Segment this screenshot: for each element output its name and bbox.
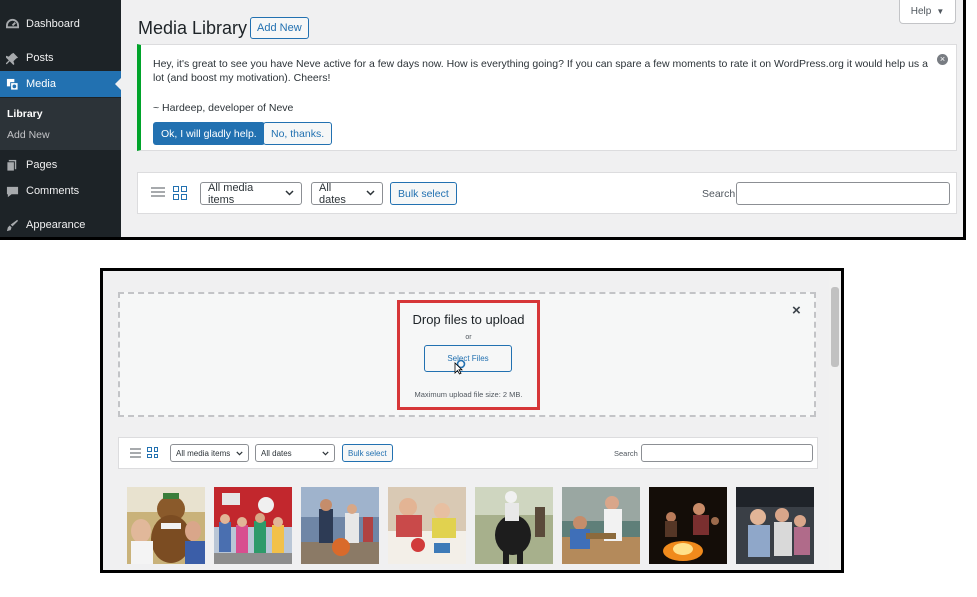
no-thanks-button[interactable]: No, thanks. — [263, 122, 333, 145]
sidebar-item-comments[interactable]: Comments — [0, 178, 121, 204]
main-content: Media Library Add New Help ▼ Hey, it's g… — [121, 0, 963, 237]
sidebar-item-label: Pages — [26, 159, 58, 171]
select-files-button[interactable]: Select Files — [424, 345, 512, 372]
search-input[interactable] — [641, 444, 813, 462]
media-thumbnail[interactable] — [736, 487, 814, 564]
close-icon[interactable]: × — [792, 302, 801, 319]
date-filter[interactable]: All dates — [255, 444, 335, 462]
sidebar-item-label: Media — [26, 78, 56, 90]
chevron-down-icon — [285, 189, 294, 198]
sidebar-item-label: Comments — [26, 185, 80, 197]
media-thumbnail[interactable] — [388, 487, 466, 564]
sidebar-item-label: Dashboard — [26, 18, 80, 30]
media-thumbnail[interactable] — [214, 487, 292, 564]
search-label: Search — [702, 188, 736, 200]
media-thumbnail[interactable] — [127, 487, 205, 564]
chevron-down-icon — [236, 449, 243, 458]
firetruck-kids-photo — [214, 487, 292, 564]
help-label: Help — [910, 6, 932, 17]
media-library-screenshot: Dashboard Posts Media Library Add New Pa… — [0, 0, 966, 240]
upload-panel-screenshot: × Drop files to upload or Select Files M… — [100, 268, 844, 573]
submenu-item-add-new[interactable]: Add New — [7, 129, 50, 141]
notice-message: Hey, it's great to see you have Neve act… — [153, 58, 928, 84]
help-tab[interactable]: Help ▼ — [899, 0, 956, 24]
date-filter-value: All dates — [261, 448, 292, 458]
basketball-kids-photo — [301, 487, 379, 564]
media-toolbar: All media items All dates Bulk select Se… — [137, 172, 957, 214]
date-filter[interactable]: All dates — [311, 181, 383, 206]
dismiss-notice-icon[interactable]: × — [937, 54, 948, 65]
media-grid — [123, 487, 823, 564]
grid-view-icon[interactable] — [173, 186, 187, 200]
comment-icon — [5, 184, 19, 198]
media-type-filter[interactable]: All media items — [200, 181, 302, 206]
sidebar-item-appearance[interactable]: Appearance — [0, 212, 121, 237]
sidebar-item-pages[interactable]: Pages — [0, 152, 121, 178]
scrollbar[interactable] — [829, 271, 841, 570]
media-thumbnail[interactable] — [562, 487, 640, 564]
caret-down-icon: ▼ — [936, 7, 945, 16]
chevron-down-icon — [366, 189, 375, 198]
media-toolbar: All media items All dates Bulk select Se… — [118, 437, 818, 469]
chevron-down-icon — [322, 449, 329, 458]
media-thumbnail[interactable] — [649, 487, 727, 564]
sidebar-item-dashboard[interactable]: Dashboard — [0, 11, 121, 37]
media-thumbnail[interactable] — [301, 487, 379, 564]
scrollbar-thumb[interactable] — [831, 287, 839, 367]
sidebar-item-label: Appearance — [26, 219, 86, 231]
gladly-help-button[interactable]: Ok, I will gladly help. — [153, 122, 265, 145]
pin-icon — [5, 51, 19, 65]
date-filter-value: All dates — [319, 181, 346, 206]
media-type-filter[interactable]: All media items — [170, 444, 249, 462]
page-title: Media Library — [138, 18, 248, 38]
dashboard-icon — [5, 17, 19, 31]
arts-crafts-photo — [388, 487, 466, 564]
campfire-photo — [649, 487, 727, 564]
pointer-cursor-icon — [454, 359, 466, 375]
max-upload-size: Maximum upload file size: 2 MB. — [414, 390, 523, 399]
media-thumbnail[interactable] — [475, 487, 553, 564]
submenu-item-library[interactable]: Library — [7, 108, 43, 120]
notice-signature: ~ Hardeep, developer of Neve — [153, 102, 294, 114]
campers-group-photo — [736, 487, 814, 564]
horse-riding-photo — [475, 487, 553, 564]
or-label: or — [465, 334, 472, 341]
upload-panel: × Drop files to upload or Select Files M… — [103, 271, 829, 570]
sidebar-item-media[interactable]: Media — [0, 71, 121, 97]
media-icon — [5, 77, 19, 91]
media-type-filter-value: All media items — [208, 181, 254, 206]
drop-files-title: Drop files to upload — [412, 312, 525, 327]
list-view-icon[interactable] — [130, 448, 141, 459]
search-input[interactable] — [736, 182, 950, 205]
rating-notice: Hey, it's great to see you have Neve act… — [137, 44, 957, 151]
media-submenu: Library Add New — [0, 98, 121, 150]
list-view-icon[interactable] — [151, 187, 165, 200]
media-type-filter-value: All media items — [176, 448, 231, 458]
grid-view-icon[interactable] — [147, 447, 158, 458]
add-new-button[interactable]: Add New — [250, 17, 309, 39]
woodworking-photo — [562, 487, 640, 564]
mascot-bear-photo — [127, 487, 205, 564]
sidebar-item-posts[interactable]: Posts — [0, 45, 121, 71]
sidebar-item-label: Posts — [26, 52, 54, 64]
pages-icon — [5, 158, 19, 172]
search-label: Search — [614, 449, 638, 458]
bulk-select-button[interactable]: Bulk select — [390, 182, 457, 205]
brush-icon — [5, 218, 19, 232]
admin-sidebar: Dashboard Posts Media Library Add New Pa… — [0, 0, 121, 237]
bulk-select-button[interactable]: Bulk select — [342, 444, 393, 462]
